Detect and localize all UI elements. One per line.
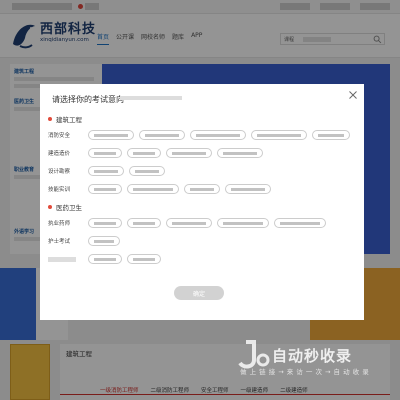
intent-chip[interactable] [312,130,350,140]
watermark-subtitle: 做 上 链 接 → 来 访 一 次 → 自 动 收 录 [240,368,370,376]
intent-chip[interactable] [88,148,122,158]
intent-chip[interactable] [217,148,263,158]
exam-intent-modal: 请选择你的考试意向 建筑工程 消防安全 建造造价 设计勘察 技能实训 医药卫生 … [40,84,364,320]
intent-chip[interactable] [184,184,220,194]
intent-row: 护士考试 [48,232,358,250]
intent-chip[interactable] [127,148,161,158]
row-label: 建造造价 [48,151,71,157]
intent-chip[interactable] [251,130,307,140]
intent-chip[interactable] [225,184,271,194]
row-label: 技能实训 [48,187,71,193]
intent-chip[interactable] [129,166,165,176]
intent-chip[interactable] [127,218,161,228]
row-label: 护士考试 [48,239,71,245]
confirm-button[interactable]: 确定 [174,286,224,300]
intent-row: 建造造价 [48,144,358,162]
row-label: 消防安全 [48,133,71,139]
intent-row: 设计勘察 [48,162,358,180]
modal-title: 请选择你的考试意向 [52,95,124,104]
intent-chip[interactable] [127,254,161,264]
bullet-icon [48,117,52,121]
intent-row: 消防安全 [48,126,358,144]
intent-chip[interactable] [139,130,185,140]
row-label: 设计勘察 [48,169,71,175]
intent-chip[interactable] [166,218,212,228]
intent-row: 技能实训 [48,180,358,198]
bullet-icon [48,205,52,209]
intent-row: 执业药师 [48,214,358,232]
intent-chip[interactable] [217,218,269,228]
intent-chip[interactable] [88,236,120,246]
intent-chip[interactable] [127,184,179,194]
intent-list[interactable]: 建筑工程 消防安全 建造造价 设计勘察 技能实训 医药卫生 执业药师 护士考试 [48,110,358,276]
modal-subtitle [120,96,182,100]
intent-chip[interactable] [88,184,122,194]
intent-chip[interactable] [166,148,212,158]
section-title: 建筑工程 [56,116,82,124]
section-title: 医药卫生 [56,204,82,212]
section-header: 医药卫生 [48,202,358,212]
intent-chip[interactable] [190,130,246,140]
close-icon[interactable] [348,90,358,100]
row-label: 执业药师 [48,221,71,227]
row-label [48,256,76,262]
intent-chip[interactable] [274,218,326,228]
intent-row [48,250,358,268]
intent-chip[interactable] [88,166,124,176]
intent-chip[interactable] [88,130,134,140]
intent-chip[interactable] [88,218,122,228]
section-header: 建筑工程 [48,114,358,124]
watermark-title: 自动秒收录 [272,347,353,365]
intent-chip[interactable] [88,254,122,264]
